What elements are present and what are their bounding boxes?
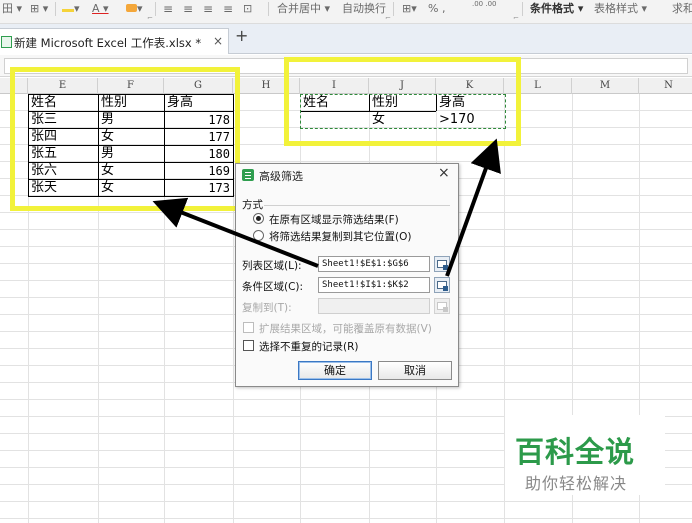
watermark-title: 百科全说 — [515, 435, 636, 469]
new-tab-icon[interactable]: + — [235, 26, 248, 45]
number-format-icon[interactable]: ⊞▾ — [402, 0, 417, 18]
criteria-range-input[interactable]: Sheet1!$I$1:$K$2 — [318, 277, 430, 293]
document-tab-bar: 新建 Microsoft Excel 工作表.xlsx * × — [0, 24, 692, 54]
group-launcher-icon[interactable]: ⌐ — [513, 14, 519, 22]
list-range-select-icon[interactable] — [434, 256, 450, 272]
column-header-n[interactable]: N — [639, 78, 692, 94]
group-launcher-icon[interactable]: ⌐ — [147, 14, 153, 22]
app-logo-icon — [242, 169, 254, 181]
fill-bucket-icon — [62, 3, 74, 12]
sum-button[interactable]: 求和 — [672, 0, 692, 18]
ribbon-separator — [268, 2, 269, 16]
cell-style-button[interactable]: ⊞ ▾ — [30, 0, 48, 18]
eraser-icon — [126, 4, 137, 12]
justify-icon[interactable]: ≡ — [223, 0, 233, 18]
watermark: 百科全说 助你轻松解决 — [505, 415, 665, 495]
column-header-m[interactable]: M — [572, 78, 639, 94]
unique-records-label[interactable]: 选择不重复的记录(R) — [259, 339, 359, 354]
criteria-highlight-frame — [284, 57, 521, 146]
dialog-title: 高级筛选 — [259, 170, 303, 183]
spreadsheet-file-icon — [1, 36, 12, 48]
copy-to-select-icon[interactable] — [434, 298, 450, 314]
font-color-button[interactable]: A ▾ — [92, 0, 109, 18]
ribbon-separator — [393, 2, 394, 16]
copy-to-input[interactable] — [318, 298, 430, 314]
advanced-filter-dialog: 高级筛选 × 方式 在原有区域显示筛选结果(F) 将筛选结果复制到其它位置(O)… — [235, 163, 459, 387]
ribbon-toolbar: 田 ▾ ⊞ ▾ ▾ A ▾ ▾ ≡ ≡ ≡ ≡ ⊡ 合并居中 ▾ 自动换行 ⊞▾… — [0, 0, 692, 24]
percent-button[interactable]: % , — [428, 0, 445, 18]
fill-color-button[interactable]: ▾ — [62, 0, 80, 18]
align-center-icon[interactable]: ≡ — [183, 0, 193, 18]
in-place-label[interactable]: 在原有区域显示筛选结果(F) — [269, 212, 399, 227]
ribbon-separator — [522, 2, 523, 16]
decimal-buttons[interactable]: .00 .00 — [472, 0, 508, 18]
group-launcher-icon[interactable]: ⌐ — [385, 14, 391, 22]
ribbon-separator — [155, 2, 156, 16]
expand-label[interactable]: 扩展结果区域，可能覆盖原有数据(V) — [259, 321, 432, 336]
gridline — [0, 501, 692, 502]
criteria-range-label: 条件区域(C): — [242, 281, 304, 293]
dialog-close-icon[interactable]: × — [438, 165, 450, 181]
list-range-input[interactable]: Sheet1!$E$1:$G$6 — [318, 256, 430, 272]
in-place-radio[interactable] — [253, 213, 264, 224]
mode-group-divider — [264, 205, 450, 206]
wrap-text-button[interactable]: 自动换行 — [342, 0, 386, 18]
watermark-subtitle: 助你轻松解决 — [525, 474, 628, 493]
conditional-format-button[interactable]: 条件格式 ▾ — [530, 0, 583, 18]
ok-button[interactable]: 确定 — [298, 361, 372, 380]
cancel-button[interactable]: 取消 — [378, 361, 452, 380]
document-tab-title: 新建 Microsoft Excel 工作表.xlsx * — [14, 36, 202, 50]
copy-to-label: 复制到(T): — [242, 302, 292, 314]
ribbon-separator — [55, 2, 56, 16]
list-highlight-frame — [10, 67, 240, 211]
gridline — [0, 399, 692, 400]
close-tab-icon[interactable]: × — [213, 34, 223, 48]
copy-elsewhere-label[interactable]: 将筛选结果复制到其它位置(O) — [269, 229, 411, 244]
criteria-range-select-icon[interactable] — [434, 277, 450, 293]
mode-group-label: 方式 — [242, 199, 263, 211]
borders-button[interactable]: 田 ▾ — [2, 0, 22, 18]
expand-checkbox[interactable] — [243, 322, 254, 333]
unique-records-checkbox[interactable] — [243, 340, 254, 351]
merge-center-button[interactable]: 合并居中 ▾ — [277, 0, 330, 18]
align-left-icon[interactable]: ≡ — [163, 0, 173, 18]
copy-elsewhere-radio[interactable] — [253, 230, 264, 241]
clear-format-button[interactable]: ▾ — [126, 0, 143, 18]
table-style-button[interactable]: 表格样式 ▾ — [594, 0, 647, 18]
list-range-label: 列表区域(L): — [242, 260, 302, 272]
align-right-icon[interactable]: ≡ — [203, 0, 213, 18]
gridline — [0, 518, 692, 519]
document-tab[interactable]: 新建 Microsoft Excel 工作表.xlsx * × — [0, 28, 229, 54]
merge-icon[interactable]: ⊡ — [243, 0, 252, 18]
